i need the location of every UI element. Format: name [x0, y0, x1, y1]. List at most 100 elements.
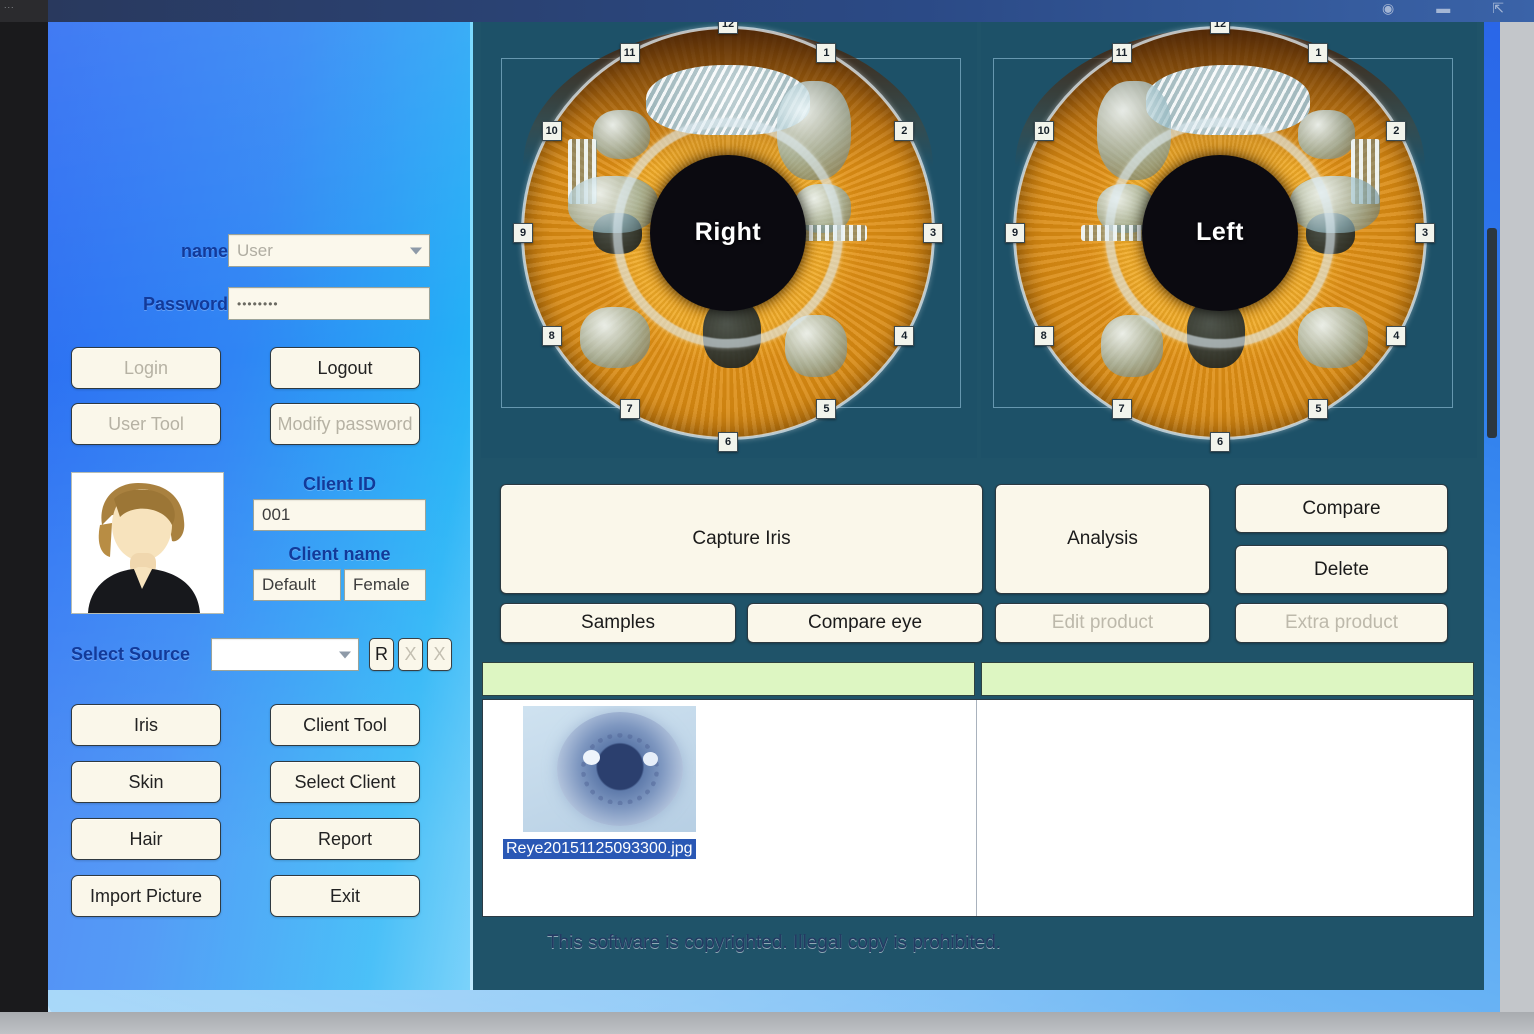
iris-button[interactable]: Iris — [71, 704, 221, 746]
client-tool-button[interactable]: Client Tool — [270, 704, 420, 746]
default-user-avatar-graphic — [72, 473, 223, 613]
tick-9: 9 — [513, 223, 533, 243]
login-button[interactable]: Login — [71, 347, 221, 389]
source-clear-button-1[interactable]: X — [398, 638, 423, 671]
name-select-value: User — [237, 240, 273, 260]
client-gender-value: Female — [353, 575, 410, 594]
extra-product-button[interactable]: Extra product — [1235, 603, 1448, 643]
client-name-field[interactable]: Default — [253, 569, 341, 601]
name-label: name — [180, 241, 228, 261]
application-window: name User Password •••••••• Login Logout… — [48, 22, 1484, 990]
main-panel: Right 12 1 2 3 4 5 6 7 8 9 10 11 Left 12… — [473, 22, 1484, 990]
iris-thumbnail-highlight-right — [643, 752, 658, 766]
logout-button[interactable]: Logout — [270, 347, 420, 389]
tick-2: 2 — [894, 120, 915, 141]
iris-thumbnail-image — [557, 712, 683, 826]
client-gender-field[interactable]: Female — [344, 569, 426, 601]
camera-icon[interactable]: ◉ — [1382, 0, 1394, 17]
tick-12: 12 — [718, 22, 738, 34]
name-select[interactable]: User — [228, 234, 430, 267]
kidney-zone-graphic — [1297, 306, 1368, 369]
client-name-value: Default — [262, 575, 316, 594]
chevron-down-icon — [410, 247, 422, 254]
window-scrollbar-thumb[interactable] — [1487, 228, 1497, 438]
compare-eye-button[interactable]: Compare eye — [747, 603, 983, 643]
client-id-label: Client ID — [302, 474, 376, 494]
tick-11: 11 — [1111, 42, 1132, 63]
gallery-container: Reye20151125093300.jpg — [482, 699, 1474, 917]
right-eye-label: Right — [694, 218, 762, 247]
tick-8: 8 — [541, 325, 562, 346]
desktop-left-gutter — [0, 22, 48, 1012]
tick-10: 10 — [1033, 120, 1054, 141]
hair-button[interactable]: Hair — [71, 818, 221, 860]
tick-3: 3 — [923, 223, 943, 243]
select-source-label: Select Source — [71, 644, 191, 664]
iris-pupil: Left — [1142, 155, 1298, 311]
select-source-dropdown[interactable] — [211, 638, 359, 671]
right-gallery-header[interactable] — [981, 662, 1474, 696]
compare-button[interactable]: Compare — [1235, 484, 1448, 533]
right-eye-iridology-chart[interactable]: Right 12 1 2 3 4 5 6 7 8 9 10 11 — [513, 22, 943, 453]
client-id-value: 001 — [262, 505, 291, 524]
tick-6: 6 — [1210, 432, 1230, 453]
tick-1: 1 — [1308, 42, 1329, 63]
select-client-button[interactable]: Select Client — [270, 761, 420, 803]
tick-4: 4 — [1386, 325, 1407, 346]
os-taskbar — [0, 1012, 1534, 1034]
tick-7: 7 — [1111, 399, 1132, 420]
tick-8: 8 — [1033, 325, 1054, 346]
modify-password-button[interactable]: Modify password — [270, 403, 420, 445]
import-picture-button[interactable]: Import Picture — [71, 875, 221, 917]
iris-thumbnail-filename[interactable]: Reye20151125093300.jpg — [503, 839, 696, 859]
sinus-zone-graphic — [1297, 110, 1356, 160]
left-gallery-header[interactable] — [482, 662, 975, 696]
copyright-notice: This software is copyrighted. Illegal co… — [546, 932, 1002, 953]
kidney-zone-graphic — [580, 306, 651, 369]
tick-1: 1 — [816, 42, 837, 63]
tick-3: 3 — [1415, 223, 1435, 243]
password-input-value: •••••••• — [237, 296, 279, 311]
client-id-field[interactable]: 001 — [253, 499, 426, 531]
left-eye-label: Left — [1196, 218, 1244, 247]
skin-button[interactable]: Skin — [71, 761, 221, 803]
tick-7: 7 — [619, 399, 640, 420]
tick-5: 5 — [816, 399, 837, 420]
iris-thumbnail[interactable] — [523, 706, 696, 832]
minimize-icon[interactable]: ▬ — [1436, 0, 1450, 17]
tick-4: 4 — [894, 325, 915, 346]
capture-iris-button[interactable]: Capture Iris — [500, 484, 983, 594]
gallery-left-pane[interactable]: Reye20151125093300.jpg — [483, 700, 976, 916]
sinus-zone-graphic — [592, 110, 651, 160]
client-name-label: Client name — [288, 544, 391, 564]
tick-12: 12 — [1210, 22, 1230, 34]
tick-10: 10 — [541, 120, 562, 141]
iris-pupil: Right — [650, 155, 806, 311]
tick-9: 9 — [1005, 223, 1025, 243]
user-tool-button[interactable]: User Tool — [71, 403, 221, 445]
screen-root: ◉ ▬ ⇱ ... name User Password •••••••• Lo… — [0, 0, 1534, 1034]
tick-6: 6 — [718, 432, 738, 453]
edit-product-button[interactable]: Edit product — [995, 603, 1210, 643]
tick-11: 11 — [619, 42, 640, 63]
analysis-button[interactable]: Analysis — [995, 484, 1210, 594]
source-clear-button-2[interactable]: X — [427, 638, 452, 671]
avatar — [71, 472, 224, 614]
gallery-right-pane[interactable] — [977, 700, 1473, 916]
password-input[interactable]: •••••••• — [228, 287, 430, 320]
sidebar: name User Password •••••••• Login Logout… — [48, 22, 473, 990]
chevron-down-icon — [339, 651, 351, 658]
left-eye-iridology-chart[interactable]: Left 12 1 2 3 4 5 6 7 8 9 10 11 — [1005, 22, 1435, 453]
titlebar-hint-text: ... — [4, 0, 15, 10]
samples-button[interactable]: Samples — [500, 603, 736, 643]
restore-icon[interactable]: ⇱ — [1492, 0, 1504, 17]
exit-button[interactable]: Exit — [270, 875, 420, 917]
source-refresh-button[interactable]: R — [369, 638, 394, 671]
tick-2: 2 — [1386, 120, 1407, 141]
password-label: Password — [142, 294, 228, 314]
right-eye-chart-pane: Right 12 1 2 3 4 5 6 7 8 9 10 11 — [481, 22, 977, 458]
delete-button[interactable]: Delete — [1235, 545, 1448, 594]
iris-thumbnail-highlight-left — [583, 750, 600, 765]
tick-5: 5 — [1308, 399, 1329, 420]
report-button[interactable]: Report — [270, 818, 420, 860]
